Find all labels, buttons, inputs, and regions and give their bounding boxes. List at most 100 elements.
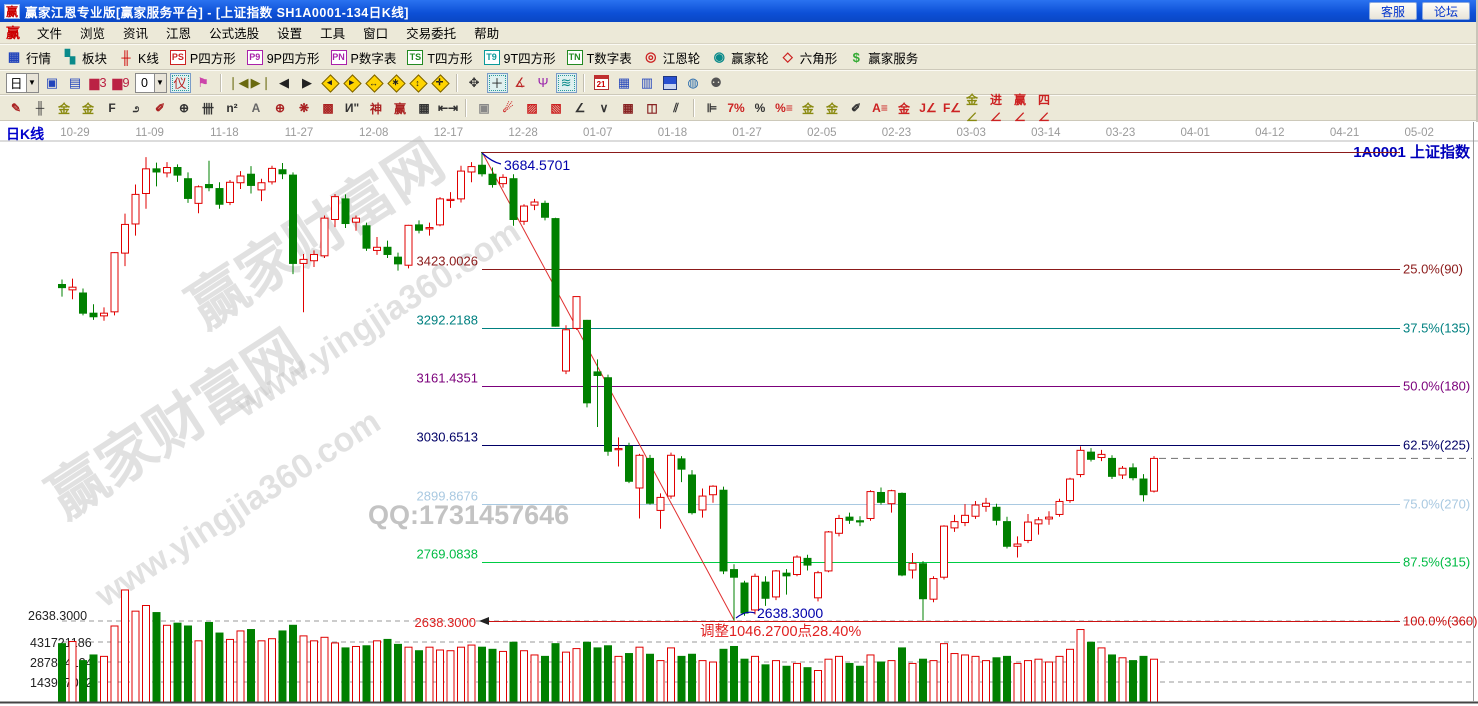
toolbar-button-calculator[interactable]: ▦ bbox=[614, 73, 635, 93]
menu-item-window[interactable]: 窗口 bbox=[354, 21, 397, 44]
draw-tool-a-lines[interactable]: A≡ bbox=[869, 98, 891, 119]
toolbar-button-hexagon[interactable]: ◇六角形 bbox=[780, 48, 838, 67]
toolbar-button-step-back[interactable]: ◀ bbox=[274, 73, 295, 93]
menu-item-file[interactable]: 文件 bbox=[28, 21, 71, 44]
draw-tool-angle-fan[interactable]: ∠ bbox=[569, 98, 591, 119]
draw-tool-gann-web[interactable]: ❋ bbox=[293, 98, 315, 119]
draw-tool-parallel-lines[interactable]: ⫽ bbox=[665, 98, 687, 119]
toolbar-button-chart-style-9[interactable]: ▆9 bbox=[111, 73, 132, 93]
toolbar-button-winner-service[interactable]: $赢家服务 bbox=[848, 48, 918, 67]
draw-tool-gold-ruler-1[interactable]: 金 bbox=[53, 98, 75, 119]
draw-tool-shen-grid[interactable]: 神 bbox=[365, 98, 387, 119]
toolbar-button-flag-marker[interactable]: ⚑ bbox=[193, 73, 214, 93]
draw-tool-n2-ruler[interactable]: n² bbox=[221, 98, 243, 119]
draw-tool-percent[interactable]: % bbox=[749, 98, 771, 119]
draw-tool-gann-clock[interactable]: ⊕ bbox=[173, 98, 195, 119]
draw-tool-box-tool[interactable]: ▣ bbox=[473, 98, 495, 119]
menu-item-formula-stock-pick[interactable]: 公式选股 bbox=[200, 21, 268, 44]
toolbar-button-9p-square[interactable]: P99P四方形 bbox=[247, 48, 320, 67]
toolbar-button-diamond-compress-h[interactable]: ∗ bbox=[386, 73, 406, 93]
customer-service-button[interactable]: 客服 bbox=[1369, 2, 1417, 20]
toolbar-button-t-number-table[interactable]: TNT数字表 bbox=[567, 48, 632, 67]
chart-area[interactable]: 赢家财富网www.yingjia360.com赢家财富网www.yingjia3… bbox=[0, 122, 1478, 706]
draw-tool-brush[interactable]: ✎ bbox=[5, 98, 27, 119]
toolbar-button-panel-layout[interactable]: ▣ bbox=[42, 73, 63, 93]
toolbar-button-calendar[interactable]: 21 bbox=[591, 73, 612, 93]
draw-tool-jin-angle[interactable]: 进∠ bbox=[989, 98, 1011, 119]
draw-tool-spiral[interactable]: ೨ bbox=[125, 98, 147, 119]
toolbar-button-gann-wheel[interactable]: ◎江恩轮 bbox=[643, 48, 701, 67]
menu-item-gann[interactable]: 江恩 bbox=[157, 21, 200, 44]
draw-tool-win-grid[interactable]: 赢 bbox=[389, 98, 411, 119]
draw-tool-stats-bars[interactable]: ⊫ bbox=[701, 98, 723, 119]
draw-tool-tick-ruler[interactable]: 卌 bbox=[197, 98, 219, 119]
draw-tool-gann-target[interactable]: ⊕ bbox=[269, 98, 291, 119]
draw-tool-ray-fan[interactable]: ☄ bbox=[497, 98, 519, 119]
toolbar-button-save[interactable] bbox=[660, 73, 681, 93]
draw-tool-marker-pen[interactable]: ✐ bbox=[149, 98, 171, 119]
toolbar-button-p-number-table[interactable]: PNP数字表 bbox=[331, 48, 397, 67]
toolbar-button-notepad[interactable]: ▥ bbox=[637, 73, 658, 93]
draw-tool-grid-dark[interactable]: ▦ bbox=[617, 98, 639, 119]
draw-tool-gold-ruler-2[interactable]: 金 bbox=[77, 98, 99, 119]
draw-tool-gann-ruler[interactable]: ╫ bbox=[29, 98, 51, 119]
forum-button[interactable]: 论坛 bbox=[1422, 2, 1470, 20]
toolbar-button-quotes[interactable]: ▦行情 bbox=[6, 48, 51, 67]
draw-tool-fan-a[interactable]: A bbox=[245, 98, 267, 119]
candle-width-dropdown[interactable]: 0▼ bbox=[135, 73, 167, 93]
menu-item-trade-entrust[interactable]: 交易委托 bbox=[397, 21, 465, 44]
toolbar-button-9t-square[interactable]: T99T四方形 bbox=[484, 48, 556, 67]
draw-tool-grid-shift[interactable]: ◫ bbox=[641, 98, 663, 119]
toolbar-button-jump-last[interactable]: ▶❘ bbox=[251, 73, 272, 93]
draw-tool-f-angle[interactable]: F∠ bbox=[941, 98, 963, 119]
toolbar-button-overlay-toggle[interactable]: 仪 bbox=[170, 73, 191, 93]
draw-tool-web-red-2[interactable]: ▧ bbox=[545, 98, 567, 119]
toolbar-button-info-panel[interactable]: ▤ bbox=[65, 73, 86, 93]
draw-tool-gold-angle[interactable]: 金∠ bbox=[965, 98, 987, 119]
toolbar-button-web-export[interactable]: ◍ bbox=[683, 73, 704, 93]
toolbar-button-kline[interactable]: ╫K线 bbox=[118, 48, 159, 67]
toolbar-button-jump-first[interactable]: ❘◀ bbox=[228, 73, 249, 93]
toolbar-button-step-forward[interactable]: ▶ bbox=[297, 73, 318, 93]
toolbar-button-winner-wheel[interactable]: ◉赢家轮 bbox=[711, 48, 769, 67]
toolbar-button-pan-hand[interactable]: ✥ bbox=[464, 73, 485, 93]
kline-chart-svg[interactable]: 赢家财富网www.yingjia360.com赢家财富网www.yingjia3… bbox=[0, 122, 1478, 706]
draw-tool-f-ruler[interactable]: F bbox=[101, 98, 123, 119]
toolbar-button-sectors[interactable]: ▚板块 bbox=[62, 48, 107, 67]
toolbar-button-p-square[interactable]: PSP四方形 bbox=[170, 48, 236, 67]
draw-tool-gold-red-lines[interactable]: 金 bbox=[893, 98, 915, 119]
toolbar-button-t-square[interactable]: TST四方形 bbox=[407, 48, 472, 67]
toolbar-button-chart-style-3[interactable]: ▆3 bbox=[88, 73, 109, 93]
draw-tool-pen-bars[interactable]: ✐ bbox=[845, 98, 867, 119]
draw-tool-four-angle[interactable]: 四∠ bbox=[1037, 98, 1059, 119]
draw-tool-percent-7[interactable]: 7% bbox=[725, 98, 747, 119]
menu-item-settings[interactable]: 设置 bbox=[268, 21, 311, 44]
draw-tool-web-red-1[interactable]: ▨ bbox=[521, 98, 543, 119]
draw-tool-win-angle[interactable]: 赢∠ bbox=[1013, 98, 1035, 119]
draw-tool-gold-lines[interactable]: 金 bbox=[821, 98, 843, 119]
menu-item-help[interactable]: 帮助 bbox=[465, 21, 508, 44]
toolbar-button-diamond-scroll-left[interactable]: ◂ bbox=[320, 73, 340, 93]
toolbar-button-remote-user[interactable]: ⚉ bbox=[706, 73, 727, 93]
menu-item-browse[interactable]: 浏览 bbox=[71, 21, 114, 44]
toolbar-button-gann-flower[interactable]: Ψ bbox=[533, 73, 554, 93]
menu-item-tools[interactable]: 工具 bbox=[311, 21, 354, 44]
toolbar-button-angle-measure[interactable]: ∡ bbox=[510, 73, 531, 93]
draw-tool-web-box[interactable]: ▩ bbox=[317, 98, 339, 119]
chevron-down-icon[interactable]: ▼ bbox=[155, 73, 167, 93]
draw-tool-quote-mark[interactable]: И" bbox=[341, 98, 363, 119]
toolbar-button-diamond-compress-v[interactable]: ✛ bbox=[430, 73, 450, 93]
toolbar-button-crosshair[interactable]: ＋ bbox=[487, 73, 508, 93]
draw-tool-span-arrow[interactable]: ⇤⇥ bbox=[437, 98, 459, 119]
toolbar-button-wave-tool[interactable]: ≋ bbox=[556, 73, 577, 93]
menu-item-news[interactable]: 资讯 bbox=[114, 21, 157, 44]
draw-tool-percent-lines[interactable]: %≡ bbox=[773, 98, 795, 119]
period-day-dropdown[interactable]: 日▼ bbox=[6, 73, 39, 93]
draw-tool-v-lines[interactable]: ∨ bbox=[593, 98, 615, 119]
draw-tool-grid-123[interactable]: ▦ bbox=[413, 98, 435, 119]
toolbar-button-diamond-expand-h[interactable]: ↔ bbox=[364, 73, 384, 93]
draw-tool-j-angle[interactable]: J∠ bbox=[917, 98, 939, 119]
toolbar-button-diamond-scroll-right[interactable]: ▸ bbox=[342, 73, 362, 93]
toolbar-button-diamond-expand-v[interactable]: ↕ bbox=[408, 73, 428, 93]
chevron-down-icon[interactable]: ▼ bbox=[27, 73, 39, 93]
